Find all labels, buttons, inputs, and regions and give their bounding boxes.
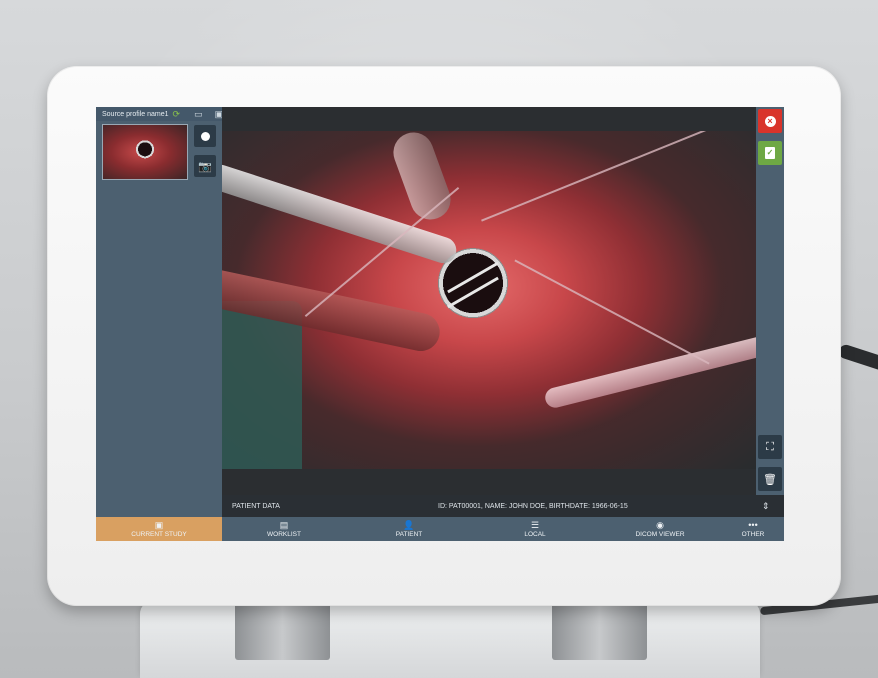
confirm-button[interactable]: ✓ <box>758 141 782 165</box>
app-screen: Source profile name1 ⟳ ▭ ▣ 📷 × ✓ ⛶ 🗑 PAT… <box>96 107 784 541</box>
patient-info: ID: PAT00001, NAME: JOHN DOE, BIRTHDATE:… <box>438 502 628 510</box>
nav-label: PATIENT <box>395 530 423 538</box>
clipboard-check-icon: ✓ <box>765 147 775 159</box>
nav-label: WORKLIST <box>267 530 301 538</box>
nav-worklist[interactable]: ▤ WORKLIST <box>222 517 346 541</box>
patient-data-bar: PATIENT DATA ID: PAT00001, NAME: JOHN DO… <box>222 495 784 517</box>
nav-label: OTHER <box>741 530 765 538</box>
expand-collapse-icon[interactable]: ⇕ <box>762 501 770 512</box>
trash-icon: 🗑 <box>763 473 777 486</box>
nav-patient[interactable]: 👤 PATIENT <box>346 517 472 541</box>
stand-post-right <box>552 600 647 660</box>
nav-current-study[interactable]: ▣ CURRENT STUDY <box>96 517 222 541</box>
record-icon <box>200 131 210 141</box>
expand-button[interactable]: ⛶ <box>758 435 782 459</box>
record-button[interactable] <box>194 125 216 147</box>
snapshot-icon: 📷 <box>198 160 212 173</box>
nav-other[interactable]: ••• OTHER <box>722 517 784 541</box>
cannula-tube <box>543 332 756 410</box>
valve-leaflet <box>447 261 499 294</box>
left-panel: Source profile name1 ⟳ ▭ ▣ 📷 <box>96 107 223 517</box>
add-patient-icon: 👤 <box>403 519 415 530</box>
surgical-drape <box>222 301 302 469</box>
snapshot-button[interactable]: 📷 <box>194 155 216 177</box>
trash-button[interactable]: 🗑 <box>758 467 782 491</box>
eye-icon: ◉ <box>656 519 664 530</box>
stand-post-left <box>235 600 330 660</box>
source-profile-name[interactable]: Source profile name1 <box>102 111 169 118</box>
close-icon: × <box>764 115 776 127</box>
cannula-tube <box>387 131 457 226</box>
cast-icon[interactable]: ▭ <box>194 109 203 119</box>
bottom-nav: ▣ CURRENT STUDY ▤ WORKLIST 👤 PATIENT ☰ L… <box>96 517 784 541</box>
suture-line <box>514 259 710 365</box>
live-video-feed[interactable] <box>222 131 756 469</box>
suture-line <box>481 131 723 222</box>
worklist-icon: ▤ <box>279 519 289 530</box>
patient-data-label: PATIENT DATA <box>232 502 280 510</box>
nav-label: DICOM VIEWER <box>635 530 685 538</box>
nav-dicom-viewer[interactable]: ◉ DICOM VIEWER <box>598 517 722 541</box>
capture-thumbnail[interactable] <box>102 124 188 180</box>
right-toolbar: × ✓ ⛶ 🗑 <box>756 107 784 495</box>
expand-icon: ⛶ <box>766 440 774 453</box>
nav-local[interactable]: ☰ LOCAL <box>472 517 598 541</box>
more-icon: ••• <box>748 519 758 530</box>
monitor-stand <box>140 600 760 678</box>
video-bottom-bar <box>222 469 756 495</box>
close-button[interactable]: × <box>758 109 782 133</box>
video-area <box>222 107 756 495</box>
nav-label: CURRENT STUDY <box>131 530 187 538</box>
study-icon: ▣ <box>154 519 164 530</box>
sync-icon[interactable]: ⟳ <box>173 109 181 119</box>
list-icon: ☰ <box>530 519 540 530</box>
video-top-bar <box>222 107 756 131</box>
source-header: Source profile name1 ⟳ ▭ ▣ <box>96 107 223 121</box>
valve-leaflet <box>447 276 499 309</box>
nav-label: LOCAL <box>524 530 546 538</box>
